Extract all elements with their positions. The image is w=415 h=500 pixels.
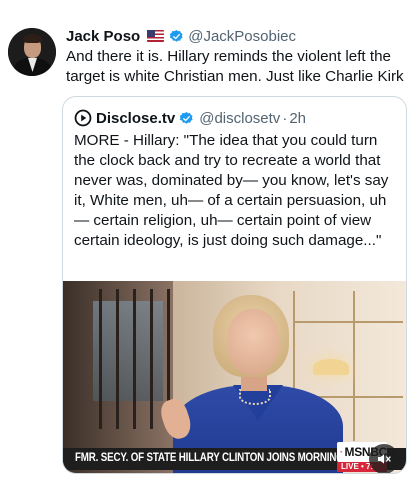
chyron-text: FMR. SECY. OF STATE HILLARY CLINTON JOIN…	[75, 452, 366, 464]
us-flag-icon	[147, 30, 165, 42]
mute-button[interactable]	[369, 444, 399, 473]
separator-dot: ·	[282, 109, 288, 127]
video-player[interactable]: FMR. SECY. OF STATE HILLARY CLINTON JOIN…	[63, 281, 406, 473]
speaker-necklace	[239, 389, 271, 405]
quoted-author-handle[interactable]: @disclosetv	[199, 110, 280, 127]
speaker-face	[227, 309, 279, 375]
tweet-text: And there it is. Hillary reminds the vio…	[66, 48, 404, 85]
quoted-author-name[interactable]: Disclose.tv	[96, 110, 175, 127]
author-handle[interactable]: @JackPosobiec	[188, 28, 296, 45]
tweet[interactable]: Jack Poso @JackPosobiec And there it is.…	[0, 0, 415, 500]
avatar[interactable]	[8, 28, 56, 76]
peacock-logo-icon	[340, 451, 343, 453]
author-name[interactable]: Jack Poso	[66, 28, 140, 45]
quoted-tweet[interactable]: Disclose.tv @disclosetv · 2h MORE - Hill…	[62, 96, 407, 474]
verified-badge-icon	[170, 29, 183, 42]
verified-badge-icon	[180, 111, 193, 124]
quoted-tweet-text: MORE - Hillary: "The idea that you could…	[74, 132, 389, 249]
tweet-header: Jack Poso @JackPosobiec	[66, 25, 296, 47]
disclose-tv-logo-icon	[74, 109, 92, 127]
video-background-bars	[85, 289, 173, 429]
video-background-lamp	[313, 359, 349, 375]
quoted-timestamp[interactable]: 2h	[289, 110, 306, 127]
quoted-tweet-header: Disclose.tv @disclosetv · 2h	[74, 107, 306, 129]
speaker-muted-icon	[378, 454, 391, 464]
